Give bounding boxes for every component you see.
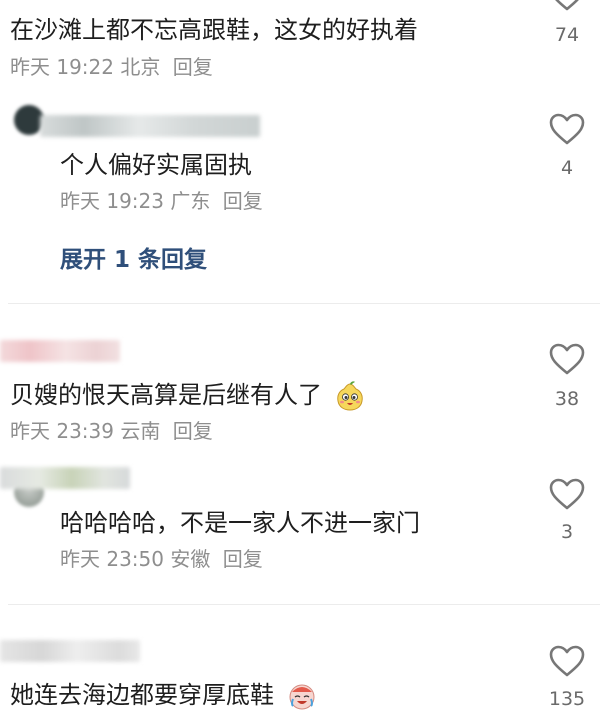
like-count: 38	[554, 388, 580, 410]
reply-button[interactable]: 回复	[223, 547, 263, 571]
comment-text: 个人偏好实属固执	[60, 151, 252, 179]
comment-time: 昨天 19:22	[10, 55, 114, 79]
comment-time: 昨天 23:50	[60, 547, 164, 571]
like-count: 135	[548, 688, 586, 710]
username-blurred[interactable]	[0, 467, 130, 489]
comment-time: 昨天 19:23	[60, 189, 164, 213]
like-count: 4	[560, 157, 574, 179]
heart-outline-icon[interactable]	[548, 644, 586, 678]
username-blurred[interactable]	[0, 640, 140, 662]
comment-text: 在沙滩上都不忘高跟鞋，这女的好执着	[10, 16, 418, 44]
heart-outline-icon[interactable]	[548, 0, 586, 12]
reply-button[interactable]: 回复	[173, 55, 213, 79]
comment-text-content: 她连去海边都要穿厚底鞋	[10, 681, 274, 709]
comment-time: 昨天 23:39	[10, 419, 114, 443]
reply-item: 4 个人偏好实属固执 昨天 19:23 广东 回复 展开 1 条回复	[0, 95, 600, 295]
comment-meta: 昨天 23:50 安徽 回复	[60, 546, 263, 572]
crying-laughing-emoji-icon	[289, 684, 315, 710]
comment-location: 北京	[120, 55, 161, 79]
comment-meta: 昨天 23:39 云南 回复	[10, 418, 213, 444]
divider	[8, 303, 600, 304]
heart-outline-icon[interactable]	[548, 342, 586, 376]
comment-location: 广东	[170, 189, 211, 213]
heart-outline-icon[interactable]	[548, 477, 586, 511]
comment-meta: 昨天 19:22 北京 回复	[10, 54, 213, 80]
reply-button[interactable]: 回复	[223, 189, 263, 213]
expand-replies-link[interactable]: 展开 1 条回复	[60, 240, 207, 274]
comment-item: 135 她连去海边都要穿厚底鞋	[0, 630, 600, 712]
comment-text: 哈哈哈哈，不是一家人不进一家门	[60, 509, 420, 537]
comment-item: 74 在沙滩上都不忘高跟鞋，这女的好执着 昨天 19:22 北京 回复	[0, 0, 600, 90]
comment-text: 贝嫂的恨天高算是后继有人了	[10, 380, 366, 412]
username-blurred[interactable]	[40, 115, 260, 137]
divider	[8, 604, 600, 605]
reply-button[interactable]: 回复	[173, 419, 213, 443]
comment-location: 云南	[120, 419, 161, 443]
heart-outline-icon[interactable]	[548, 112, 586, 146]
pear-smile-emoji-icon	[336, 381, 363, 411]
like-count: 3	[560, 521, 574, 543]
comment-item: 38 贝嫂的恨天高算是后继有人了 昨天 23:39 云南 回复	[0, 330, 600, 450]
comment-location: 安徽	[170, 547, 211, 571]
like-count: 74	[554, 24, 580, 46]
comment-text: 她连去海边都要穿厚底鞋	[10, 680, 318, 712]
comment-meta: 昨天 19:23 广东 回复	[60, 188, 263, 214]
reply-item: 3 哈哈哈哈，不是一家人不进一家门 昨天 23:50 安徽 回复	[0, 455, 600, 585]
username-blurred[interactable]	[0, 340, 120, 362]
comment-text-content: 贝嫂的恨天高算是后继有人了	[10, 381, 322, 409]
